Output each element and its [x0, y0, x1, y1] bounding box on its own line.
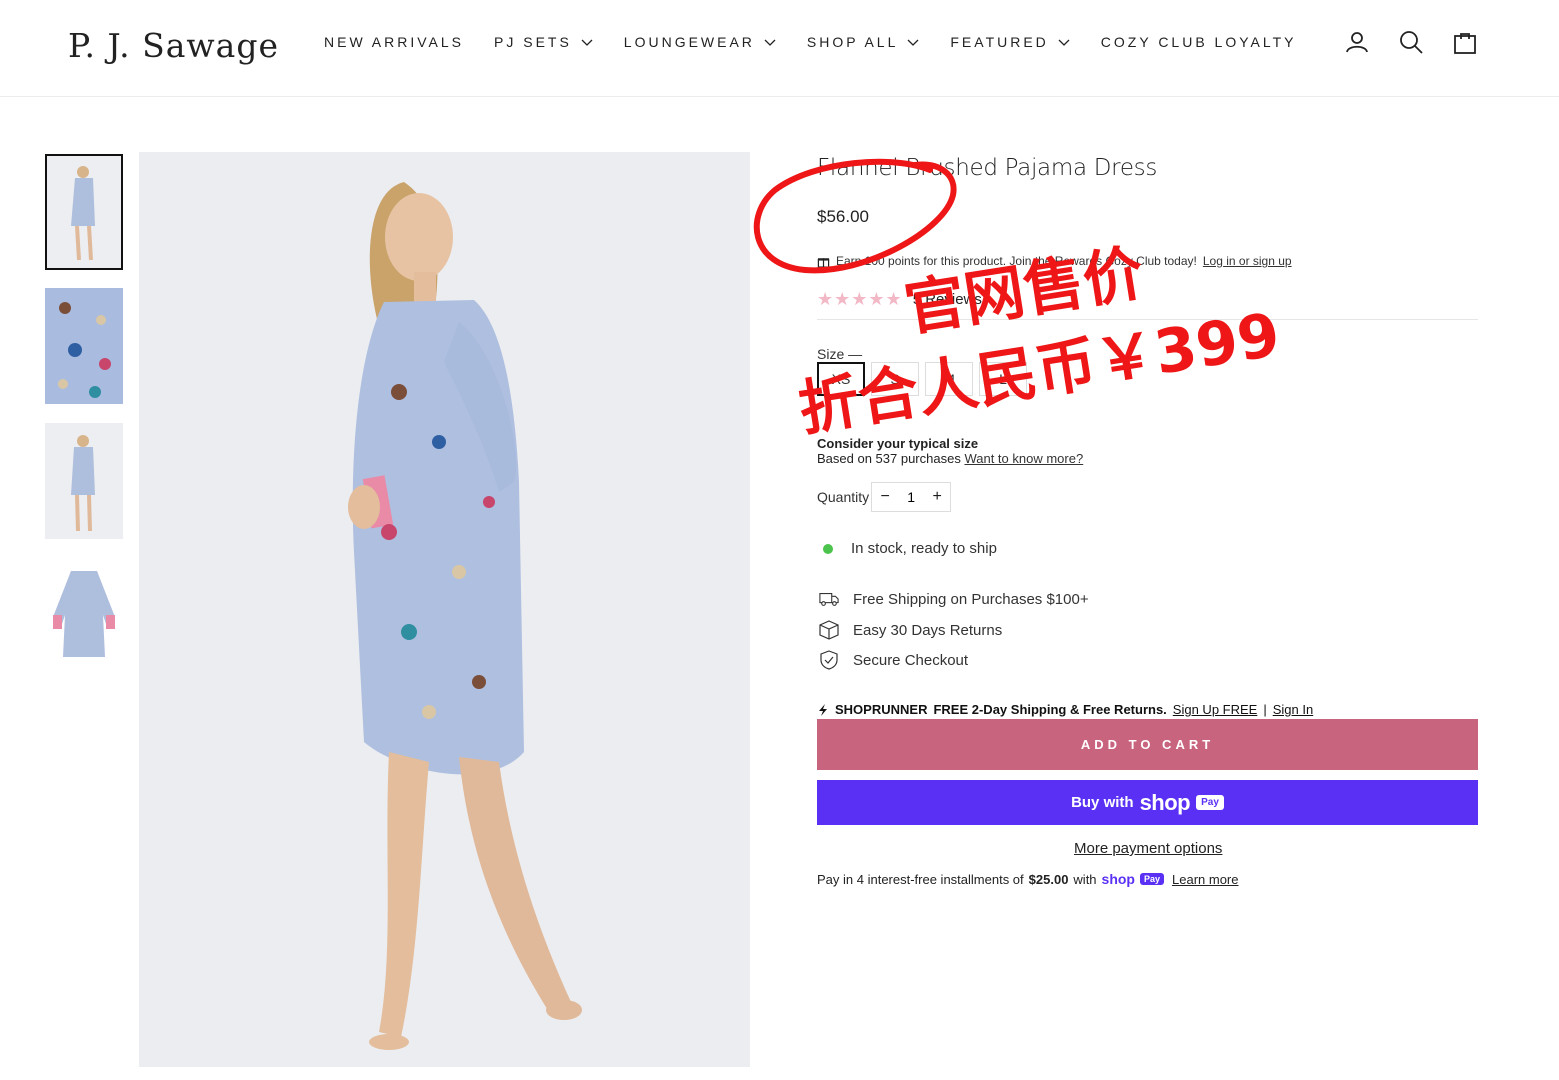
star-rating: ★★★★★ — [817, 289, 903, 309]
nav-label: FEATURED — [950, 34, 1049, 50]
site-header: P. J. Sawage NEW ARRIVALS PJ SETS LOUNGE… — [0, 0, 1559, 97]
installments-learn-more-link[interactable]: Learn more — [1172, 872, 1238, 887]
model-back-thumbnail-image — [45, 423, 123, 539]
product-title: Flannel Brushed Pajama Dress — [817, 155, 1158, 181]
fabric-print-thumbnail-image — [45, 288, 123, 404]
stock-status: In stock, ready to ship — [823, 540, 997, 557]
main-nav: NEW ARRIVALS PJ SETS LOUNGEWEAR SHOP ALL… — [324, 34, 1327, 50]
feature-secure-checkout: Secure Checkout — [819, 650, 968, 670]
nav-shop-all[interactable]: SHOP ALL — [807, 34, 920, 50]
truck-icon — [819, 593, 839, 606]
feature-easy-returns: Easy 30 Days Returns — [819, 620, 1002, 640]
nav-featured[interactable]: FEATURED — [950, 34, 1070, 50]
quantity-input[interactable] — [898, 483, 925, 511]
installments-prefix: Pay in 4 interest-free installments of — [817, 871, 1024, 887]
nav-pj-sets[interactable]: PJ SETS — [494, 34, 594, 50]
model-side-thumbnail-image — [47, 156, 121, 268]
buy-with-shop-pay-button[interactable]: Buy with shop Pay — [817, 780, 1478, 825]
quantity-stepper: − + — [871, 482, 952, 512]
feature-text: Free Shipping on Purchases $100+ — [853, 590, 1089, 608]
nav-label: PJ SETS — [494, 34, 572, 50]
in-stock-dot-icon — [823, 543, 833, 554]
pay-badge-small: Pay — [1140, 873, 1165, 885]
chevron-down-icon — [907, 39, 919, 46]
model-wearing-dress-image — [139, 152, 750, 1067]
shop-pay-buy-label: Buy with — [1071, 794, 1134, 811]
nav-loungewear[interactable]: LOUNGEWEAR — [624, 34, 777, 50]
nav-label: SHOP ALL — [806, 34, 899, 50]
feature-free-shipping: Free Shipping on Purchases $100+ — [819, 590, 1089, 608]
shoprunner-signin-link[interactable]: Sign In — [1273, 702, 1313, 717]
installments-notice: Pay in 4 interest-free installments of $… — [817, 871, 1239, 887]
box-icon — [819, 620, 839, 640]
brand-logo[interactable]: P. J. Sawage — [68, 26, 279, 65]
add-to-cart-button[interactable]: ADD TO CART — [817, 719, 1478, 770]
product-main-image[interactable] — [139, 152, 750, 1067]
installments-amount: $25.00 — [1028, 871, 1069, 887]
quantity-row: Quantity − + — [817, 482, 952, 512]
nav-new-arrivals[interactable]: NEW ARRIVALS — [324, 34, 464, 50]
installments-with: with — [1073, 871, 1097, 887]
header-actions — [1344, 28, 1478, 56]
product-thumbnail[interactable] — [45, 154, 123, 270]
chevron-down-icon — [1058, 39, 1070, 46]
feature-text: Secure Checkout — [853, 651, 969, 669]
account-icon[interactable] — [1344, 28, 1370, 56]
shoprunner-brand: SHOPRUNNER — [835, 702, 928, 717]
shop-logo: shop — [1139, 789, 1191, 815]
fit-based: Based on 537 purchases — [817, 451, 961, 466]
product-thumbnail[interactable] — [45, 288, 123, 404]
quantity-increase-button[interactable]: + — [924, 488, 950, 506]
fit-more-link[interactable]: Want to know more? — [964, 451, 1083, 466]
product-price: $56.00 — [817, 207, 869, 226]
shoprunner-offer: FREE 2-Day Shipping & Free Returns. — [933, 702, 1167, 717]
flat-lay-thumbnail-image — [45, 557, 123, 673]
feature-text: Easy 30 Days Returns — [853, 621, 1003, 639]
shoprunner-banner: SHOPRUNNER FREE 2-Day Shipping & Free Re… — [817, 702, 1313, 717]
nav-label: COZY CLUB LOYALTY — [1100, 34, 1297, 50]
quantity-decrease-button[interactable]: − — [872, 488, 898, 506]
nav-label: LOUNGEWEAR — [623, 34, 755, 50]
shoprunner-separator: | — [1263, 702, 1267, 717]
shop-logo-small: shop — [1101, 871, 1135, 887]
more-payment-options-link[interactable]: More payment options — [1074, 840, 1222, 857]
nav-cozy-club-loyalty[interactable]: COZY CLUB LOYALTY — [1101, 34, 1297, 50]
pay-badge: Pay — [1196, 795, 1224, 810]
stock-text: In stock, ready to ship — [851, 540, 997, 557]
cart-icon[interactable] — [1452, 28, 1478, 56]
quantity-label: Quantity — [817, 489, 870, 505]
product-thumbnail[interactable] — [45, 423, 123, 539]
chevron-down-icon — [764, 39, 776, 46]
nav-label: NEW ARRIVALS — [324, 34, 464, 50]
fit-advice: Consider your typical size Based on 537 … — [817, 436, 1083, 466]
search-icon[interactable] — [1398, 28, 1424, 56]
chevron-down-icon — [581, 39, 593, 46]
shoprunner-signup-link[interactable]: Sign Up FREE — [1173, 702, 1258, 717]
gift-icon — [817, 257, 830, 268]
rewards-login-link[interactable]: Log in or sign up — [1203, 254, 1292, 268]
product-thumbnail[interactable] — [45, 557, 123, 673]
shoprunner-logo-icon — [819, 703, 827, 716]
shield-check-icon — [820, 650, 838, 670]
